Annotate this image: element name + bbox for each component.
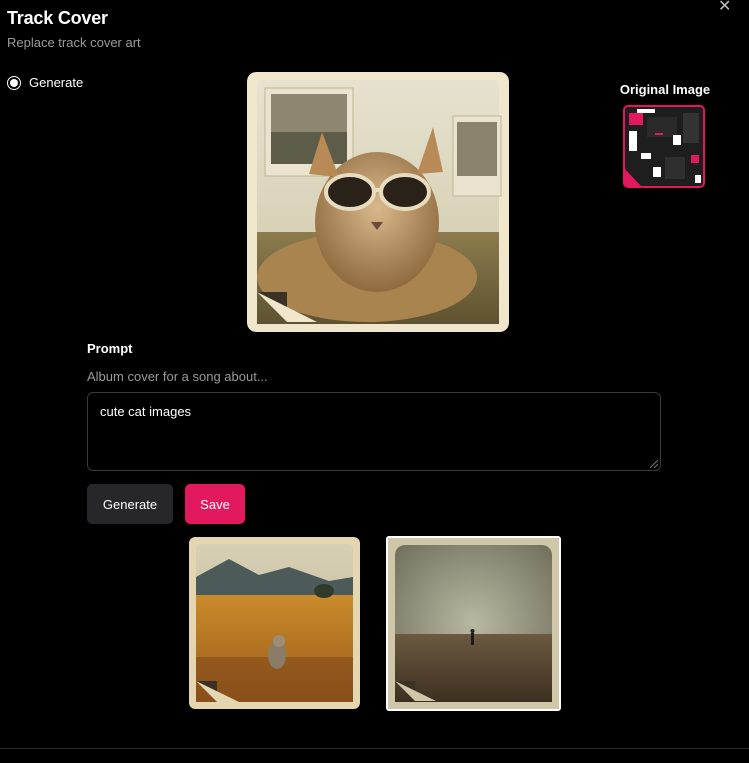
cover-option-1[interactable] <box>189 537 360 709</box>
dialog-title: Track Cover <box>7 8 108 28</box>
original-image-thumbnail <box>623 105 705 188</box>
generate-option-label: Generate <box>29 75 84 90</box>
save-button[interactable]: Save <box>185 484 245 524</box>
dialog-divider <box>0 748 749 749</box>
dialog-subtitle: Replace track cover art <box>7 35 141 50</box>
generated-cover-image <box>247 72 509 332</box>
radio-button[interactable] <box>7 75 21 90</box>
prompt-textarea[interactable]: cute cat images <box>87 392 661 471</box>
prompt-placeholder-text: Album cover for a song about... <box>87 369 268 384</box>
prompt-value: cute cat images <box>100 404 192 419</box>
prompt-label: Prompt <box>87 341 133 356</box>
cover-option-2-selected[interactable] <box>386 536 561 711</box>
generate-button[interactable]: Generate <box>87 484 173 524</box>
generate-radio-option[interactable]: Generate <box>7 75 83 90</box>
resize-handle-icon[interactable] <box>650 460 658 468</box>
original-image-label: Original Image <box>619 82 711 97</box>
radio-selected-dot <box>10 78 18 87</box>
close-icon[interactable]: ✕ <box>718 0 732 15</box>
